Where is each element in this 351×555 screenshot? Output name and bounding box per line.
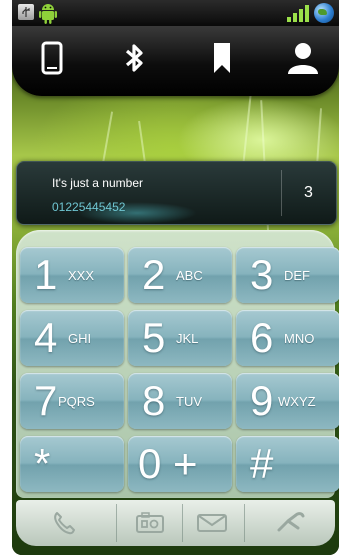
bookmark-icon [214, 43, 230, 73]
key-star[interactable]: * [20, 436, 124, 492]
contacts-tab[interactable] [285, 40, 321, 76]
video-call-button[interactable] [120, 500, 180, 546]
signal-icon [287, 5, 309, 22]
key-9[interactable]: 9 WXYZ [236, 373, 339, 429]
status-bar [12, 0, 339, 26]
delete-icon [277, 512, 304, 532]
usb-icon [18, 4, 34, 20]
call-icon [53, 512, 75, 535]
phone-screen: It's just a number 01225445452 3 1 XXX 2… [12, 0, 339, 555]
bottom-action-bar [16, 500, 335, 546]
message-icon [197, 514, 227, 532]
android-icon [38, 2, 58, 24]
key-6[interactable]: 6 MNO [236, 310, 339, 366]
key-hash[interactable]: # [236, 436, 339, 492]
video-call-icon [136, 512, 164, 533]
dial-keypad: 1 XXX 2 ABC 3 DEF 4 GHI 5 JKL 6 MNO 7 PQ… [16, 230, 339, 498]
key-1[interactable]: 1 XXX [20, 247, 124, 303]
contact-match-card[interactable]: It's just a number 01225445452 3 [16, 161, 337, 225]
divider [281, 170, 282, 216]
key-0-plus[interactable]: 0 + [128, 436, 232, 492]
match-count[interactable]: 3 [304, 184, 313, 202]
contact-name: It's just a number [52, 176, 143, 190]
delete-button[interactable] [246, 500, 335, 546]
top-tab-bar [12, 26, 339, 96]
bookmark-tab[interactable] [204, 40, 240, 76]
key-8[interactable]: 8 TUV [128, 373, 232, 429]
phone-tab[interactable] [34, 40, 70, 76]
call-button[interactable] [16, 500, 111, 546]
key-4[interactable]: 4 GHI [20, 310, 124, 366]
key-3[interactable]: 3 DEF [236, 247, 339, 303]
person-icon [288, 43, 318, 74]
bluetooth-tab[interactable] [116, 40, 152, 76]
key-7[interactable]: 7 PQRS [20, 373, 124, 429]
globe-icon [314, 3, 334, 23]
bluetooth-icon [125, 44, 143, 72]
key-5[interactable]: 5 JKL [128, 310, 232, 366]
message-button[interactable] [184, 500, 240, 546]
dialed-number: 01225445452 [52, 200, 126, 214]
mobile-phone-icon [41, 41, 63, 75]
key-2[interactable]: 2 ABC [128, 247, 232, 303]
